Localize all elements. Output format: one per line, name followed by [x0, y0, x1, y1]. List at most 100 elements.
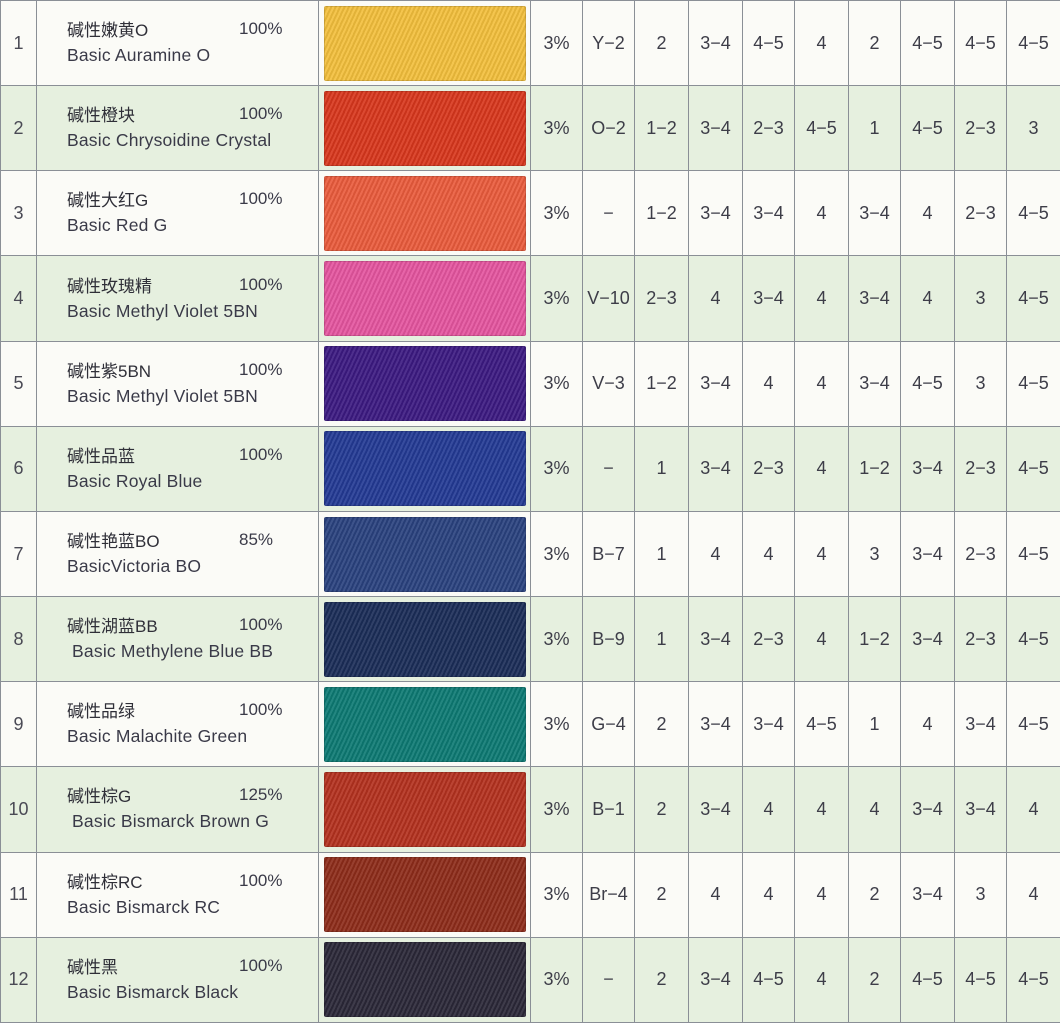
dye-name: 碱性品蓝100%Basic Royal Blue	[67, 445, 318, 493]
fastness-grade-2: 3−4	[689, 426, 743, 511]
color-index: −	[583, 426, 635, 511]
fastness-grade-3: 2−3	[743, 86, 795, 171]
fastness-grade-8: 4−5	[1007, 256, 1060, 341]
fastness-grade-2: 3−4	[689, 682, 743, 767]
swatch-cell	[319, 682, 531, 767]
fastness-grade-3: 4	[743, 341, 795, 426]
swatch-cell	[319, 256, 531, 341]
fastness-grade-1: 1	[635, 511, 689, 596]
dye-strength: 100%	[239, 443, 282, 467]
fastness-grade-6: 4−5	[901, 86, 955, 171]
fastness-grade-1: 2	[635, 937, 689, 1022]
dye-name: 碱性玫瑰精100%Basic Methyl Violet 5BN	[67, 275, 318, 323]
color-index: −	[583, 171, 635, 256]
fastness-grade-5: 3	[849, 511, 901, 596]
fastness-grade-3: 3−4	[743, 171, 795, 256]
fastness-grade-3: 2−3	[743, 426, 795, 511]
dye-name-cell: 碱性橙块100%Basic Chrysoidine Crystal	[37, 86, 319, 171]
fastness-grade-5: 2	[849, 937, 901, 1022]
swatch-cell	[319, 86, 531, 171]
fastness-grade-5: 2	[849, 1, 901, 86]
fabric-color-swatch	[324, 6, 526, 81]
fastness-grade-6: 3−4	[901, 597, 955, 682]
fastness-grade-7: 2−3	[955, 511, 1007, 596]
table-row: 1碱性嫩黄O100%Basic Auramine O3%Y−223−44−542…	[1, 1, 1060, 86]
swatch-cell	[319, 1, 531, 86]
table-row: 5碱性紫5BN100%Basic Methyl Violet 5BN3%V−31…	[1, 341, 1060, 426]
fastness-grade-8: 4−5	[1007, 1, 1060, 86]
fastness-grade-5: 1	[849, 86, 901, 171]
fastness-grade-4: 4	[795, 341, 849, 426]
fastness-grade-3: 3−4	[743, 682, 795, 767]
dye-concentration: 3%	[531, 341, 583, 426]
dye-name: 碱性湖蓝BB100% Basic Methylene Blue BB	[67, 615, 318, 663]
dye-concentration: 3%	[531, 937, 583, 1022]
dye-fastness-table: 1碱性嫩黄O100%Basic Auramine O3%Y−223−44−542…	[0, 0, 1060, 1023]
swatch-cell	[319, 341, 531, 426]
fastness-grade-6: 3−4	[901, 511, 955, 596]
fastness-grade-7: 2−3	[955, 426, 1007, 511]
fastness-grade-1: 1	[635, 426, 689, 511]
table-body: 1碱性嫩黄O100%Basic Auramine O3%Y−223−44−542…	[1, 1, 1060, 1023]
fastness-grade-5: 2	[849, 852, 901, 937]
dye-name-cell: 碱性玫瑰精100%Basic Methyl Violet 5BN	[37, 256, 319, 341]
fabric-color-swatch	[324, 91, 526, 166]
dye-concentration: 3%	[531, 511, 583, 596]
dye-concentration: 3%	[531, 1, 583, 86]
fastness-grade-6: 3−4	[901, 767, 955, 852]
fastness-grade-2: 4	[689, 256, 743, 341]
row-number: 7	[1, 511, 37, 596]
fastness-grade-1: 2	[635, 682, 689, 767]
swatch-cell	[319, 767, 531, 852]
dye-name-cell: 碱性黑100%Basic Bismarck Black	[37, 937, 319, 1022]
fastness-grade-4: 4	[795, 767, 849, 852]
fastness-grade-3: 4−5	[743, 1, 795, 86]
table-row: 4碱性玫瑰精100%Basic Methyl Violet 5BN3%V−102…	[1, 256, 1060, 341]
dye-name: 碱性艳蓝BO85%BasicVictoria BO	[67, 530, 318, 578]
dye-concentration: 3%	[531, 597, 583, 682]
dye-name-cell: 碱性紫5BN100%Basic Methyl Violet 5BN	[37, 341, 319, 426]
fastness-grade-5: 3−4	[849, 341, 901, 426]
fastness-grade-4: 4	[795, 597, 849, 682]
fabric-color-swatch	[324, 517, 526, 592]
swatch-cell	[319, 426, 531, 511]
row-number: 12	[1, 937, 37, 1022]
fastness-grade-3: 4	[743, 767, 795, 852]
fastness-grade-8: 4−5	[1007, 341, 1060, 426]
fastness-grade-6: 4	[901, 682, 955, 767]
fastness-grade-5: 1−2	[849, 426, 901, 511]
fastness-grade-8: 4−5	[1007, 597, 1060, 682]
fastness-grade-5: 3−4	[849, 256, 901, 341]
dye-name-english: Basic Methylene Blue BB	[67, 639, 318, 663]
dye-name: 碱性大红G100%Basic Red G	[67, 189, 318, 237]
dye-concentration: 3%	[531, 767, 583, 852]
dye-name: 碱性紫5BN100%Basic Methyl Violet 5BN	[67, 360, 318, 408]
fastness-grade-1: 1−2	[635, 341, 689, 426]
fastness-grade-6: 4−5	[901, 937, 955, 1022]
table-row: 7碱性艳蓝BO85%BasicVictoria BO3%B−7144433−42…	[1, 511, 1060, 596]
fastness-grade-8: 4−5	[1007, 511, 1060, 596]
dye-name: 碱性橙块100%Basic Chrysoidine Crystal	[67, 104, 318, 152]
color-index: G−4	[583, 682, 635, 767]
dye-name-cell: 碱性品绿100%Basic Malachite Green	[37, 682, 319, 767]
fastness-grade-4: 4	[795, 171, 849, 256]
fastness-grade-4: 4−5	[795, 86, 849, 171]
swatch-cell	[319, 171, 531, 256]
fastness-grade-1: 2	[635, 767, 689, 852]
swatch-cell	[319, 852, 531, 937]
fastness-grade-6: 3−4	[901, 852, 955, 937]
fastness-grade-4: 4	[795, 256, 849, 341]
dye-name-english: Basic Bismarck RC	[67, 895, 318, 919]
table-row: 12碱性黑100%Basic Bismarck Black3%−23−44−54…	[1, 937, 1060, 1022]
swatch-cell	[319, 597, 531, 682]
fastness-grade-8: 3	[1007, 86, 1060, 171]
row-number: 11	[1, 852, 37, 937]
fastness-grade-8: 4−5	[1007, 426, 1060, 511]
dye-name: 碱性棕G125% Basic Bismarck Brown G	[67, 785, 318, 833]
fastness-grade-6: 4	[901, 171, 955, 256]
color-index: Y−2	[583, 1, 635, 86]
color-index: Br−4	[583, 852, 635, 937]
dye-strength: 100%	[239, 17, 282, 41]
fastness-grade-7: 2−3	[955, 86, 1007, 171]
dye-concentration: 3%	[531, 86, 583, 171]
